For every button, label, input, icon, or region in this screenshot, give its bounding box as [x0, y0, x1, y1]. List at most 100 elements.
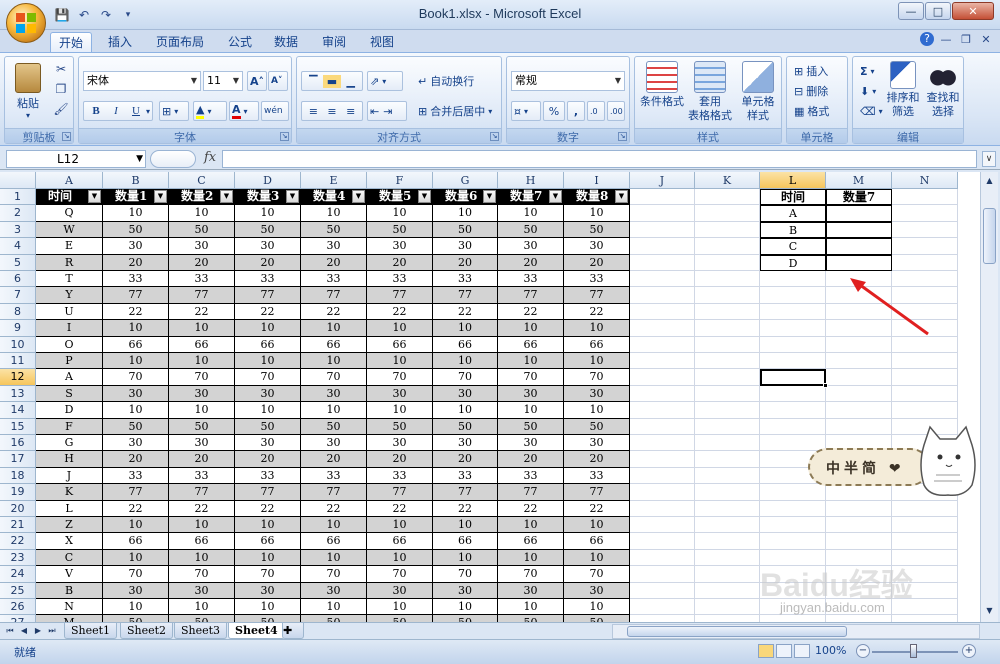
row-header-22[interactable]: 22 — [0, 533, 36, 550]
fill-handle[interactable] — [823, 382, 828, 388]
row-header-19[interactable]: 19 — [0, 484, 36, 501]
table-cell[interactable]: 30 — [169, 435, 235, 452]
empty-cell[interactable] — [695, 467, 760, 485]
table-cell[interactable]: 10 — [301, 549, 367, 567]
table-cell[interactable]: 30 — [433, 435, 498, 452]
table-cell[interactable]: 10 — [433, 517, 498, 534]
table-cell[interactable]: 20 — [301, 451, 367, 468]
table-cell[interactable]: 22 — [301, 303, 367, 321]
orientation-button[interactable]: ⇗ ▾ — [367, 71, 403, 91]
table-cell[interactable]: 50 — [564, 418, 630, 435]
tab-2[interactable]: 页面布局 — [148, 32, 212, 52]
table-cell[interactable]: 33 — [564, 271, 630, 288]
empty-cell[interactable] — [695, 303, 760, 321]
table-cell[interactable]: 10 — [169, 205, 235, 222]
table-cell[interactable]: 50 — [301, 615, 367, 622]
row-header-26[interactable]: 26 — [0, 599, 36, 616]
table-cell[interactable]: 50 — [169, 221, 235, 239]
table-cell[interactable]: T — [36, 271, 103, 288]
table-cell[interactable]: 77 — [103, 484, 169, 501]
table-cell[interactable]: I — [36, 320, 103, 337]
side-table-cell[interactable] — [826, 221, 892, 239]
table-cell[interactable]: X — [36, 533, 103, 550]
table-cell[interactable]: 50 — [235, 221, 301, 239]
table-cell[interactable]: 33 — [433, 271, 498, 288]
empty-cell[interactable] — [892, 254, 958, 271]
table-cell[interactable]: 50 — [433, 418, 498, 435]
table-cell[interactable]: 33 — [498, 467, 564, 485]
table-cell[interactable]: Y — [36, 287, 103, 304]
clipboard-launcher-icon[interactable]: ↘ — [62, 132, 71, 141]
table-cell[interactable]: 50 — [564, 221, 630, 239]
empty-cell[interactable] — [630, 320, 695, 337]
empty-cell[interactable] — [630, 271, 695, 288]
help-icon[interactable]: ? — [920, 32, 934, 46]
table-cell[interactable]: 10 — [498, 205, 564, 222]
table-cell[interactable]: 30 — [564, 582, 630, 599]
last-sheet-icon[interactable]: ⏭ — [46, 624, 58, 638]
table-cell[interactable]: 66 — [235, 533, 301, 550]
row-header-17[interactable]: 17 — [0, 451, 36, 468]
empty-cell[interactable] — [760, 615, 826, 622]
table-cell[interactable]: 10 — [564, 205, 630, 222]
empty-cell[interactable] — [892, 353, 958, 370]
table-cell[interactable]: 20 — [235, 451, 301, 468]
table-cell[interactable]: 10 — [433, 599, 498, 616]
column-header-E[interactable]: E — [301, 172, 367, 189]
filter-dropdown-icon[interactable]: ▼ — [549, 190, 562, 203]
empty-cell[interactable] — [630, 254, 695, 271]
font-name-combo[interactable]: 宋体 ▼ — [83, 71, 201, 91]
empty-cell[interactable] — [892, 238, 958, 255]
column-header-N[interactable]: N — [892, 172, 958, 189]
table-cell[interactable]: 50 — [103, 418, 169, 435]
vertical-scrollbar[interactable]: ▲ ▼ — [980, 172, 998, 622]
number-launcher-icon[interactable]: ↘ — [618, 132, 627, 141]
table-cell[interactable]: 66 — [367, 336, 433, 353]
empty-cell[interactable] — [630, 303, 695, 321]
filter-dropdown-icon[interactable]: ▼ — [88, 190, 101, 203]
empty-cell[interactable] — [630, 500, 695, 517]
workbook-close-icon[interactable]: ✕ — [978, 32, 994, 48]
table-cell[interactable]: 10 — [498, 402, 564, 419]
table-cell[interactable]: 33 — [301, 467, 367, 485]
font-color-button[interactable]: A ▾ — [229, 101, 259, 121]
table-cell[interactable]: K — [36, 484, 103, 501]
next-sheet-icon[interactable]: ▶ — [32, 624, 44, 638]
empty-cell[interactable] — [695, 566, 760, 583]
table-cell[interactable]: 10 — [433, 353, 498, 370]
table-cell[interactable]: 20 — [433, 451, 498, 468]
sheet-tab-sheet3[interactable]: Sheet3 — [174, 623, 228, 639]
table-cell[interactable]: 20 — [103, 451, 169, 468]
table-cell[interactable]: 10 — [564, 320, 630, 337]
table-cell[interactable]: 66 — [433, 336, 498, 353]
increase-indent-icon[interactable]: ⇥ — [383, 105, 392, 118]
table-cell[interactable]: 77 — [564, 484, 630, 501]
align-middle-icon[interactable]: ▬ — [322, 74, 342, 88]
table-cell[interactable]: 10 — [169, 320, 235, 337]
table-cell[interactable]: 10 — [367, 320, 433, 337]
table-cell[interactable]: G — [36, 435, 103, 452]
filter-dropdown-icon[interactable]: ▼ — [352, 190, 365, 203]
empty-cell[interactable] — [630, 402, 695, 419]
table-cell[interactable]: U — [36, 303, 103, 321]
row-header-23[interactable]: 23 — [0, 549, 36, 567]
table-cell[interactable]: 22 — [301, 500, 367, 517]
table-cell[interactable]: 50 — [433, 221, 498, 239]
side-table-cell[interactable]: B — [760, 221, 826, 239]
comma-button[interactable]: , — [567, 101, 585, 121]
empty-cell[interactable] — [630, 287, 695, 304]
scroll-up-icon[interactable]: ▲ — [983, 174, 996, 188]
empty-cell[interactable] — [760, 418, 826, 435]
table-cell[interactable]: 22 — [103, 500, 169, 517]
borders-button[interactable]: ⊞ ▾ — [159, 101, 189, 121]
table-cell[interactable]: 10 — [103, 205, 169, 222]
empty-cell[interactable] — [695, 336, 760, 353]
side-table-cell[interactable] — [826, 238, 892, 255]
table-cell[interactable]: 77 — [564, 287, 630, 304]
empty-cell[interactable] — [760, 353, 826, 370]
insert-cells-button[interactable]: ⊞ 插入 — [791, 61, 831, 81]
table-cell[interactable]: 50 — [235, 418, 301, 435]
row-header-2[interactable]: 2 — [0, 205, 36, 222]
table-cell[interactable]: 20 — [564, 451, 630, 468]
empty-cell[interactable] — [695, 189, 760, 206]
